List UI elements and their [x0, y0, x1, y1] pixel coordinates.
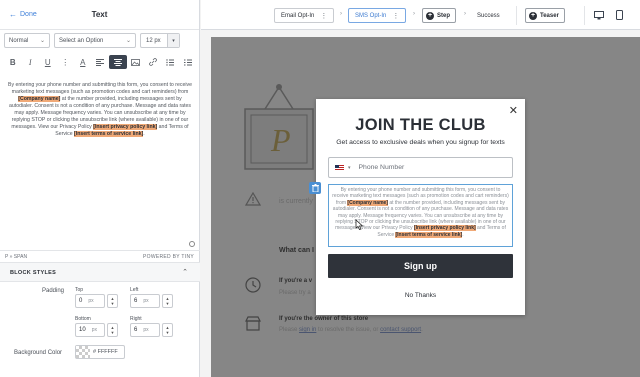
font-size-select[interactable]: 12 px ▾ — [140, 33, 180, 48]
format-toolbar: Normal ⌄ Select an Option ⌄ 12 px ▾ — [4, 33, 180, 48]
image-icon[interactable] — [127, 55, 145, 69]
signup-popup: ✕ JOIN THE CLUB Get access to exclusive … — [316, 99, 525, 315]
bg-heading: What can I — [279, 247, 315, 254]
align-left-icon[interactable] — [92, 55, 110, 69]
padding-left-input[interactable]: 6 px — [130, 294, 160, 308]
chevron-right-icon: › — [413, 11, 415, 17]
sign-in-link[interactable]: sign in — [299, 327, 316, 333]
padding-top-stepper[interactable]: ▲ ▼ — [107, 294, 118, 308]
add-step-button[interactable]: + Step — [422, 8, 457, 23]
text-color-icon[interactable]: A — [74, 55, 92, 69]
padding-top-input[interactable]: 0 px — [75, 294, 105, 308]
privacy-policy-token: [Insert privacy policy link] — [93, 124, 158, 130]
step-navigation-bar: Email Opt-In ⋮ › SMS Opt-In ⋮ › + Step ›… — [201, 0, 640, 30]
padding-right-input[interactable]: 6 px — [130, 323, 160, 337]
padding-bottom-stepper[interactable]: ▲ ▼ — [107, 323, 118, 337]
block-type-select[interactable]: Normal ⌄ — [4, 33, 50, 48]
chevron-down-icon[interactable]: ▾ — [348, 165, 351, 171]
left-panel: ← Done Text Normal ⌄ Select an Option ⌄ … — [0, 0, 200, 377]
phone-number-field[interactable]: ▾ Phone Number — [328, 157, 513, 178]
chevron-right-icon: › — [340, 11, 342, 17]
padding-bottom-input[interactable]: 10 px — [75, 323, 105, 337]
powered-by: POWERED BY TINY — [143, 254, 194, 260]
popup-subtitle: Get access to exclusive deals when you s… — [336, 139, 505, 146]
svg-text:P: P — [270, 122, 291, 158]
company-name-token: [Company name] — [347, 199, 388, 206]
editor-statusbar: P » SPAN POWERED BY TINY — [0, 250, 200, 261]
chevron-down-icon[interactable]: ▾ — [167, 34, 179, 47]
disclaimer-text-block[interactable]: By entering your phone number and submit… — [328, 184, 513, 247]
underline-icon[interactable]: U — [39, 55, 57, 69]
add-teaser-button[interactable]: + Teaser — [525, 8, 565, 23]
panel-title: Text — [91, 10, 108, 19]
clock-icon — [245, 277, 261, 298]
step-success[interactable]: Success — [471, 8, 506, 23]
numbered-list-icon[interactable] — [179, 55, 197, 69]
warning-icon — [244, 191, 262, 211]
color-swatch[interactable] — [76, 346, 90, 358]
background-color-input[interactable]: # FFFFFF — [75, 345, 125, 359]
mouse-cursor-icon — [355, 217, 364, 230]
divider — [516, 6, 517, 25]
option-select[interactable]: Select an Option ⌄ — [54, 33, 136, 48]
padding-left-stepper[interactable]: ▲ ▼ — [162, 294, 173, 308]
company-name-token: [Company name] — [18, 96, 61, 102]
desktop-icon[interactable] — [593, 9, 605, 21]
top-label: Top — [75, 287, 84, 293]
step-email-optin[interactable]: Email Opt-In ⋮ — [274, 8, 335, 23]
bg-visitor-text: Please try a — [279, 290, 311, 296]
chevron-down-icon: ⌄ — [125, 38, 131, 44]
plus-icon: + — [426, 11, 434, 20]
background-color-label: Background Color — [14, 350, 63, 356]
plus-icon: + — [529, 11, 537, 20]
no-thanks-link[interactable]: No Thanks — [316, 292, 525, 299]
more-vertical-icon[interactable]: ⋮ — [57, 55, 75, 69]
more-vertical-icon[interactable]: ⋮ — [392, 12, 399, 20]
padding-label: Padding — [42, 288, 65, 294]
mobile-icon[interactable] — [613, 9, 625, 21]
store-logo-image: P — [243, 79, 315, 176]
rich-text-editor[interactable]: By entering your phone number and submit… — [8, 82, 192, 138]
right-label: Right — [130, 316, 142, 322]
bottom-label: Bottom — [75, 316, 91, 322]
align-center-icon[interactable] — [109, 55, 127, 69]
phone-placeholder: Phone Number — [358, 164, 405, 171]
bg-owner-text: Please sign in to resolve the issue, or … — [279, 327, 423, 333]
bg-visitor-heading: If you're a v — [279, 278, 313, 284]
step-sms-optin[interactable]: SMS Opt-In ⋮ — [348, 8, 407, 23]
bold-icon[interactable]: B — [4, 55, 22, 69]
chevron-up-icon: ⌃ — [182, 269, 188, 276]
chevron-down-icon: ⌄ — [39, 38, 45, 44]
bullet-list-icon[interactable] — [162, 55, 180, 69]
store-icon — [245, 315, 261, 336]
resize-handle-icon[interactable] — [189, 241, 195, 247]
privacy-policy-token: [Insert privacy policy link] — [413, 225, 476, 232]
left-label: Left — [130, 287, 139, 293]
terms-token: [Insert terms of service link] — [395, 231, 463, 238]
style-toolbar: B I U ⋮ A — [4, 55, 197, 69]
element-path: P » SPAN — [5, 254, 28, 260]
more-vertical-icon[interactable]: ⋮ — [320, 12, 327, 20]
sign-up-button[interactable]: Sign up — [328, 254, 513, 278]
bg-status-text: is currently — [279, 198, 313, 205]
chevron-right-icon: › — [464, 11, 466, 17]
popup-title: JOIN THE CLUB — [355, 116, 486, 134]
bg-owner-heading: If you're the owner of this store — [279, 316, 369, 322]
block-styles-header[interactable]: BLOCK STYLES ⌃ — [0, 262, 200, 282]
italic-icon[interactable]: I — [22, 55, 40, 69]
us-flag-icon[interactable] — [335, 164, 344, 171]
trash-icon[interactable] — [309, 182, 321, 194]
panel-header: ← Done Text — [0, 0, 199, 30]
padding-right-stepper[interactable]: ▲ ▼ — [162, 323, 173, 337]
divider — [584, 6, 585, 25]
terms-token: [Insert terms of service link] — [74, 131, 144, 137]
link-icon[interactable] — [144, 55, 162, 69]
contact-support-link[interactable]: contact support — [380, 327, 421, 333]
